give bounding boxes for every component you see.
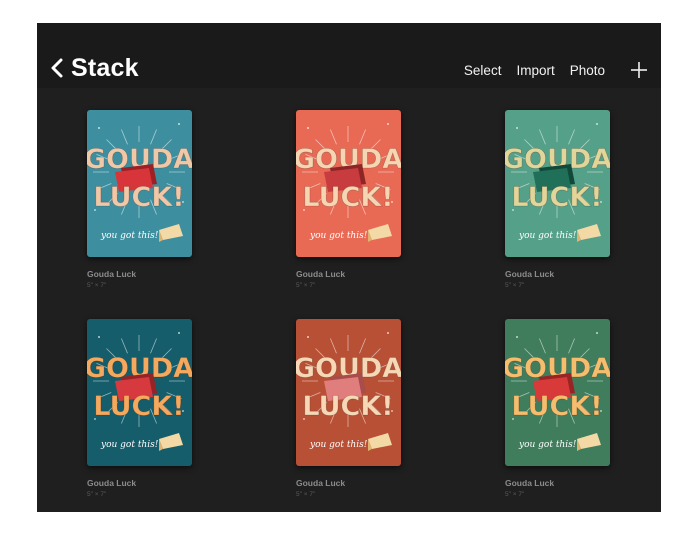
art-word-luck: LUCK! [93, 391, 184, 422]
artwork-name: Gouda Luck [296, 269, 346, 279]
art-tagline: you got this! [100, 440, 159, 450]
artwork-name: Gouda Luck [505, 478, 555, 488]
toolbar-actions: Select Import Photo [449, 60, 661, 80]
top-bar: Stack Select Import Photo [37, 23, 661, 88]
artwork-size: 5" × 7" [296, 491, 316, 498]
artwork-caption: Gouda Luck 5" × 7" [87, 478, 207, 499]
artwork-thumbnail[interactable]: GOUDA LUCK! you got this! [87, 110, 192, 257]
stack-title: Stack [71, 53, 139, 82]
artwork-image: GOUDA LUCK! you got this! [296, 319, 401, 466]
artwork-name: Gouda Luck [87, 478, 137, 488]
artwork-thumbnail[interactable]: GOUDA LUCK! you got this! [505, 319, 610, 466]
art-tagline: you got this! [518, 440, 577, 450]
art-tagline: you got this! [309, 231, 368, 241]
photo-button[interactable]: Photo [570, 63, 605, 78]
art-word-luck: LUCK! [302, 182, 393, 213]
import-button[interactable]: Import [516, 63, 554, 78]
plus-icon[interactable] [630, 61, 648, 79]
artwork-size: 5" × 7" [87, 491, 107, 498]
artwork-size: 5" × 7" [87, 282, 107, 289]
artwork-name: Gouda Luck [87, 269, 137, 279]
art-word-luck: LUCK! [511, 391, 602, 422]
artwork-image: GOUDA LUCK! you got this! [505, 319, 610, 466]
artwork-caption: Gouda Luck 5" × 7" [505, 478, 625, 499]
artwork-size: 5" × 7" [505, 282, 525, 289]
artwork-name: Gouda Luck [296, 478, 346, 488]
artwork-thumbnail[interactable]: GOUDA LUCK! you got this! [505, 110, 610, 257]
art-tagline: you got this! [518, 231, 577, 241]
artwork-caption: Gouda Luck 5" × 7" [505, 269, 625, 290]
artwork-image: GOUDA LUCK! you got this! [505, 110, 610, 257]
art-tagline: you got this! [100, 231, 159, 241]
artwork-thumbnail[interactable]: GOUDA LUCK! you got this! [296, 319, 401, 466]
artwork-size: 5" × 7" [296, 282, 316, 289]
select-button[interactable]: Select [464, 63, 502, 78]
art-word-luck: LUCK! [511, 182, 602, 213]
artwork-image: GOUDA LUCK! you got this! [87, 319, 192, 466]
art-word-luck: LUCK! [93, 182, 184, 213]
artwork-image: GOUDA LUCK! you got this! [87, 110, 192, 257]
artwork-caption: Gouda Luck 5" × 7" [296, 269, 416, 290]
back-button[interactable]: Stack [47, 53, 139, 83]
artwork-name: Gouda Luck [505, 269, 555, 279]
artwork-caption: Gouda Luck 5" × 7" [296, 478, 416, 499]
artwork-caption: Gouda Luck 5" × 7" [87, 269, 207, 290]
artwork-thumbnail[interactable]: GOUDA LUCK! you got this! [296, 110, 401, 257]
art-tagline: you got this! [309, 440, 368, 450]
gallery-screen: Stack Select Import Photo GOUDA LUCK! yo… [37, 23, 661, 512]
artwork-size: 5" × 7" [505, 491, 525, 498]
chevron-left-icon [51, 58, 63, 78]
artwork-image: GOUDA LUCK! you got this! [296, 110, 401, 257]
art-word-luck: LUCK! [302, 391, 393, 422]
artwork-thumbnail[interactable]: GOUDA LUCK! you got this! [87, 319, 192, 466]
